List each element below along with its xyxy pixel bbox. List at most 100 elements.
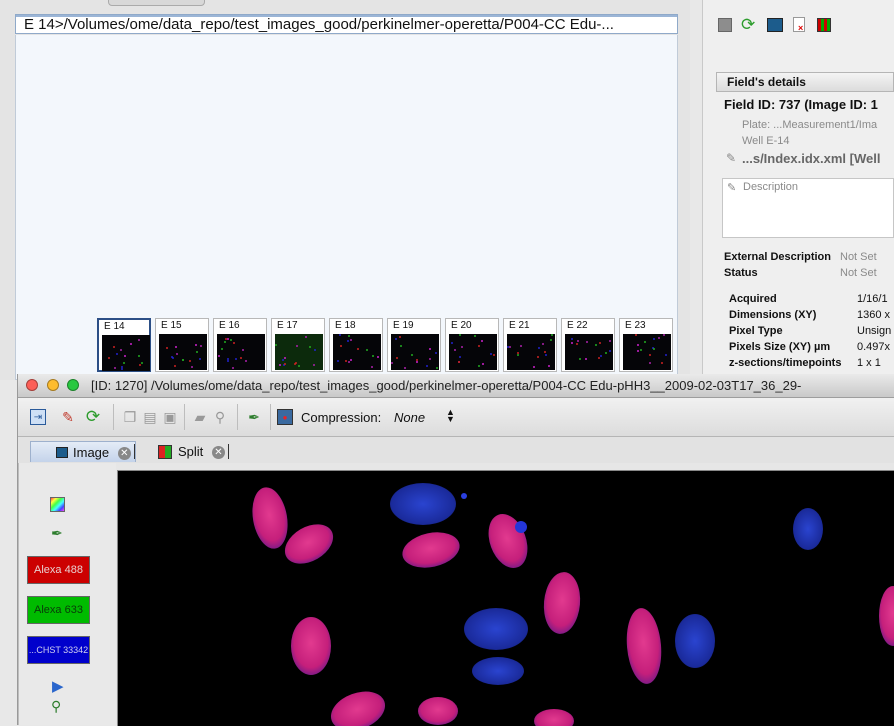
well-thumbnail[interactable]: E 21 [503,318,557,372]
well-thumbnail[interactable]: E 16 [213,318,267,372]
well-thumbnail[interactable]: E 17 [271,318,325,372]
well-thumbnail[interactable]: E 22 [561,318,615,372]
viewer-titlebar[interactable]: [ID: 1270] /Volumes/ome/data_repo/test_i… [18,374,894,398]
nucleus [402,532,460,568]
well-thumbnail-image [217,334,265,370]
well-path-bar: E 14>/Volumes/ome/data_repo/test_images_… [15,14,678,34]
well-thumbnail-image [391,334,439,370]
save-icon[interactable]: ▣ [162,409,178,425]
thumbnail-speck [451,342,453,344]
grid-icon[interactable] [718,18,732,32]
thumbnail-speck [548,365,550,367]
toolbar-button[interactable] [108,0,205,6]
well-thumbnail[interactable]: E 15 [155,318,209,372]
thumbnail-speck [196,351,198,353]
pixel-size-value: 0.497x [857,341,891,353]
thumbnail-speck [350,359,352,361]
thumbnail-speck [305,336,307,338]
well-thumbnail[interactable]: E 18 [329,318,383,372]
file-name: ...s/Index.idx.xml [Well [742,151,881,166]
nucleus [626,608,662,684]
play-icon[interactable]: ▶ [52,677,64,695]
nucleus [330,691,386,726]
thumbnail-speck [108,357,110,359]
refresh-icon[interactable]: ⟳ [741,15,755,35]
thumbnail-speck [637,350,639,352]
thumbnail-speck [348,361,350,363]
pipette-icon[interactable]: ✒ [51,525,63,542]
close-window-button[interactable] [26,379,38,391]
image-viewer-icon[interactable] [767,18,783,32]
zoom-icon[interactable]: ⚲ [51,698,61,715]
image-canvas[interactable] [117,470,894,726]
zoom-window-button[interactable] [67,379,79,391]
thumbnail-speck [372,355,374,357]
close-tab-icon[interactable]: ✕ [117,447,131,461]
nucleus [534,709,574,726]
compression-select[interactable]: None [394,410,425,425]
thumbnail-speck [221,348,223,350]
channel-button-alexa-488[interactable]: Alexa 488 [27,556,90,584]
well-thumbnail-image [449,334,497,370]
zsections-label: z-sections/timepoints [729,357,842,369]
heatmap-icon[interactable] [817,18,831,32]
well-thumbnail-label: E 15 [161,320,182,331]
well-thumbnail-label: E 16 [219,320,240,331]
thumbnail-speck [200,345,202,347]
color-picker-icon[interactable] [50,497,65,512]
tab-image[interactable]: Image ✕ [30,441,136,462]
thumbnail-speck [411,354,413,356]
thumbnail-speck [635,334,637,336]
close-tab-icon[interactable]: ✕ [211,446,225,460]
edit-icon[interactable]: ✎ [60,409,76,425]
well-thumbnail[interactable]: E 20 [445,318,499,372]
field-details-header[interactable]: Field's details [716,72,894,92]
toolbar-separator [270,404,271,430]
copy-icon[interactable]: ❐ [122,409,138,425]
channel-button-alexa-633[interactable]: Alexa 633 [27,596,90,624]
thumbnail-speck [585,358,587,360]
thumbnail-speck [113,346,115,348]
thumbnail-speck [230,339,232,341]
zoom-icon[interactable]: ⚲ [212,409,228,425]
refresh-icon[interactable]: ⟳ [85,407,101,426]
movie-icon[interactable]: ▰ [192,409,208,425]
thumbnail-speck [121,368,123,370]
thumbnail-speck [490,353,492,355]
thumbnail-speck [517,352,519,354]
tab-split[interactable]: Split ✕ [158,441,230,462]
delete-icon[interactable]: × [793,17,805,33]
external-description-label: External Description [724,251,831,263]
pipette-icon[interactable]: ✒ [246,409,262,425]
thumbnail-speck [191,366,193,368]
acquired-label: Acquired [729,293,777,305]
thumbnail-speck [478,345,480,347]
thumbnail-speck [509,346,511,348]
image-icon [56,447,68,458]
zsections-value: 1 x 1 [857,357,881,369]
well-thumbnail-image [102,335,150,371]
well-thumbnail[interactable]: E 14 [97,318,151,372]
paste-icon[interactable]: ▤ [142,409,158,425]
minimize-window-button[interactable] [47,379,59,391]
select-arrows-icon[interactable]: ▲ ▼ [446,408,455,424]
thumbnail-speck [586,341,588,343]
thumbnail-speck [661,362,663,364]
description-field[interactable]: ✎ Description [722,178,894,238]
thumbnail-speck [461,346,463,348]
thumbnail-speck [138,339,140,341]
thumbnail-speck [171,356,173,358]
thumbnail-speck [199,358,201,360]
thumbnail-speck [550,339,552,341]
thumbnail-speck [600,355,602,357]
channel-button-hoechst[interactable]: ...CHST 33342 [27,636,90,664]
export-icon[interactable]: ⇥ [30,409,46,425]
pencil-icon: ✎ [727,182,737,194]
thumbnail-speck [314,349,316,351]
well-thumbnail[interactable]: E 23 [619,318,673,372]
well-thumbnail[interactable]: E 19 [387,318,441,372]
well-thumbnail-image [623,334,671,370]
pencil-icon[interactable]: ✎ [726,151,736,165]
thumbnail-speck [116,353,118,355]
thumbnail-speck [396,357,398,359]
